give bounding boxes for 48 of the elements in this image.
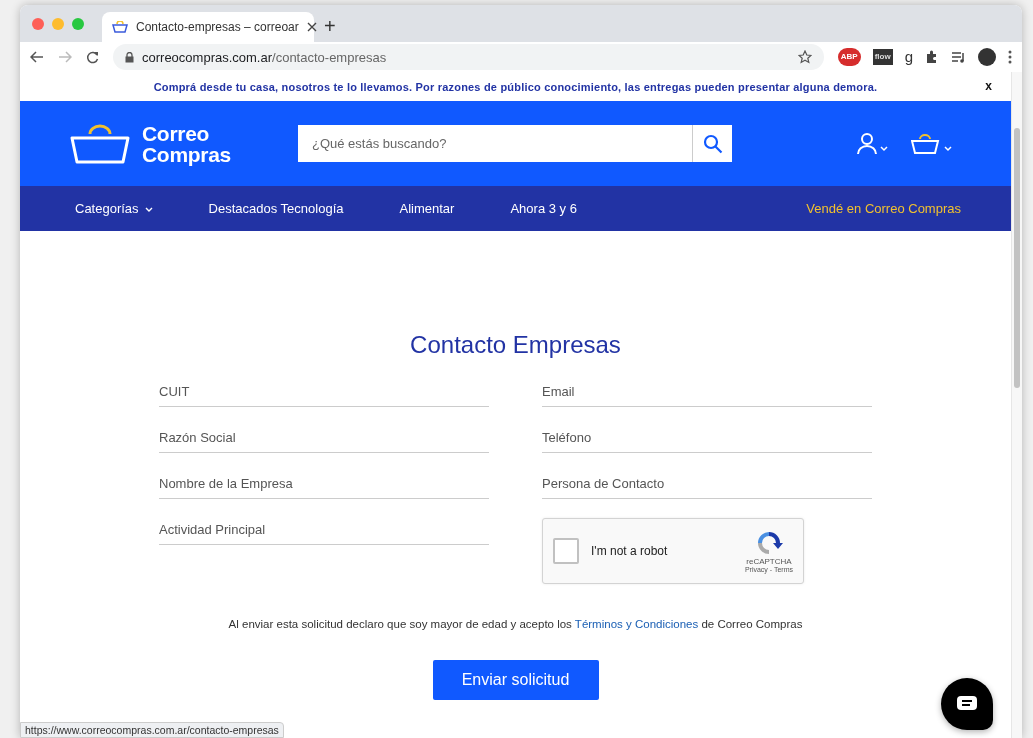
nav-dropdown[interactable]: Categorías: [75, 201, 153, 216]
zoom-light[interactable]: [72, 17, 84, 30]
extension-icon[interactable]: flow: [872, 49, 893, 65]
basket-icon: [112, 21, 128, 33]
search-icon: [702, 133, 723, 154]
terms-link[interactable]: Términos y Condiciones: [574, 618, 699, 630]
nav-link[interactable]: Ahora 3 y 6: [510, 201, 577, 216]
chat-button[interactable]: [941, 678, 993, 730]
more-icon: [1008, 50, 1012, 64]
playlist-icon: [951, 51, 966, 63]
search-field[interactable]: ¿Qué estás buscando?: [298, 125, 692, 162]
caret-icon: [144, 207, 153, 213]
browser-tab[interactable]: Contacto-empresas – correoar: [102, 12, 314, 42]
disclaimer-text: Al enviar esta solicitud declaro que soy mayor de edad y acepto los Términos y Condiciones de Correo Compras: [228, 618, 803, 630]
tab-title: Contacto-empresas – correoar: [136, 20, 299, 34]
checkbox-label: I'm not a robot: [591, 544, 669, 558]
lock-icon: [125, 51, 134, 63]
captcha-brand: reCAPTCHA: [746, 557, 792, 566]
url-text: correocompras.com.ar/contacto-empresas: [142, 49, 388, 65]
nav-link[interactable]: Destacados Tecnología: [208, 201, 344, 216]
logo-text[interactable]: Correo Compras: [142, 122, 231, 165]
nav-link[interactable]: Alimentar: [399, 201, 455, 216]
star-icon: [797, 50, 812, 64]
extension-icon[interactable]: ABP: [837, 48, 861, 66]
address-bar[interactable]: correocompras.com.ar/contacto-empresas: [113, 44, 824, 70]
extension-icon[interactable]: g: [904, 49, 913, 65]
search-button[interactable]: [692, 125, 732, 162]
minimize-light[interactable]: [52, 17, 64, 30]
close-icon: [306, 22, 317, 32]
avatar[interactable]: [978, 48, 996, 66]
basket-icon: [911, 132, 953, 155]
form-title: Contacto Empresas: [410, 331, 621, 359]
new-tab-button[interactable]: +: [320, 14, 340, 38]
checkbox[interactable]: [553, 538, 579, 564]
chat-icon: [956, 695, 978, 713]
close-light[interactable]: [32, 17, 44, 30]
forward-icon: [58, 51, 72, 63]
status-url: https://www.correocompras.com.ar/contacto-empresas: [20, 722, 284, 738]
user-icon: [857, 132, 889, 155]
basket-logo-icon: [70, 123, 130, 164]
seller-link[interactable]: Vendé en Correo Compras: [806, 201, 961, 216]
close-button[interactable]: x: [982, 79, 995, 93]
submit-button[interactable]: Enviar solicitud: [432, 660, 599, 700]
back-icon: [30, 51, 44, 63]
announcement-text: Comprá desde tu casa, nosotros te lo llevamos. Por razones de público conocimiento, las entregas pueden presentar alguna demora.: [153, 80, 878, 93]
reload-icon: [86, 50, 99, 64]
puzzle-icon: [925, 50, 939, 64]
scrollbar[interactable]: [1011, 72, 1022, 738]
